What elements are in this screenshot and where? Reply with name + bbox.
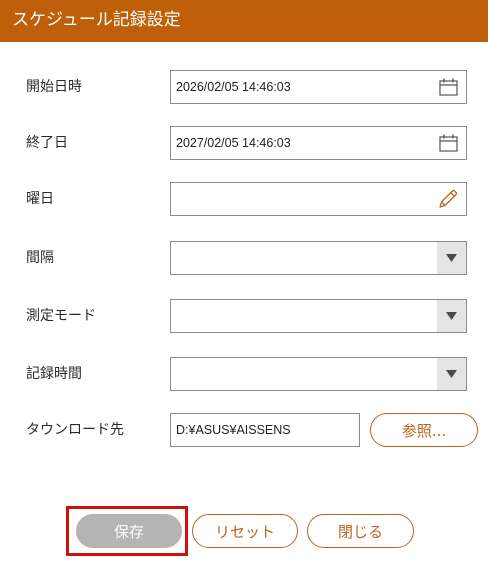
start-datetime-row: 開始日時: [0, 70, 488, 104]
start-datetime-label: 開始日時: [26, 79, 82, 95]
start-datetime-field: [170, 70, 467, 104]
weekday-input[interactable]: [176, 183, 431, 215]
recording-time-dropdown-toggle[interactable]: [437, 358, 466, 390]
save-button[interactable]: 保存: [76, 514, 182, 548]
measurement-mode-label: 測定モード: [26, 308, 96, 324]
measurement-mode-row: 測定モード: [0, 299, 488, 333]
recording-time-select[interactable]: [170, 357, 467, 391]
calendar-icon: [438, 78, 458, 96]
interval-select[interactable]: [170, 241, 467, 275]
title-bar: スケジュール記録設定: [0, 0, 488, 42]
end-date-picker-button[interactable]: [437, 133, 459, 153]
recording-time-row: 記録時間: [0, 357, 488, 391]
interval-row: 間隔: [0, 241, 488, 275]
pencil-icon: [439, 189, 458, 208]
browse-button[interactable]: 参照...: [370, 413, 478, 447]
download-destination-input[interactable]: [176, 414, 354, 446]
start-datetime-input[interactable]: [176, 71, 431, 103]
dialog-title: スケジュール記録設定: [12, 10, 181, 30]
recording-time-label: 記録時間: [26, 366, 82, 382]
weekday-field: [170, 182, 467, 216]
interval-dropdown-toggle[interactable]: [437, 242, 466, 274]
end-date-row: 終了日: [0, 126, 488, 160]
dropdown-arrow-icon: [446, 312, 457, 320]
end-date-input[interactable]: [176, 127, 431, 159]
download-destination-field: [170, 413, 360, 447]
measurement-mode-select[interactable]: [170, 299, 467, 333]
end-date-label: 終了日: [26, 135, 68, 151]
close-button[interactable]: 閉じる: [307, 514, 414, 548]
end-date-field: [170, 126, 467, 160]
weekday-row: 曜日: [0, 182, 488, 216]
weekday-edit-button[interactable]: [437, 189, 459, 209]
dropdown-arrow-icon: [446, 254, 457, 262]
dropdown-arrow-icon: [446, 370, 457, 378]
measurement-mode-dropdown-toggle[interactable]: [437, 300, 466, 332]
schedule-record-settings-dialog: スケジュール記録設定 開始日時 終了日: [0, 0, 488, 573]
interval-label: 間隔: [26, 250, 54, 266]
start-datetime-picker-button[interactable]: [437, 77, 459, 97]
weekday-label: 曜日: [26, 191, 54, 207]
calendar-icon: [438, 134, 458, 152]
reset-button[interactable]: リセット: [192, 514, 298, 548]
download-destination-row: タウンロード先 参照...: [0, 413, 488, 447]
download-destination-label: タウンロード先: [26, 422, 124, 438]
